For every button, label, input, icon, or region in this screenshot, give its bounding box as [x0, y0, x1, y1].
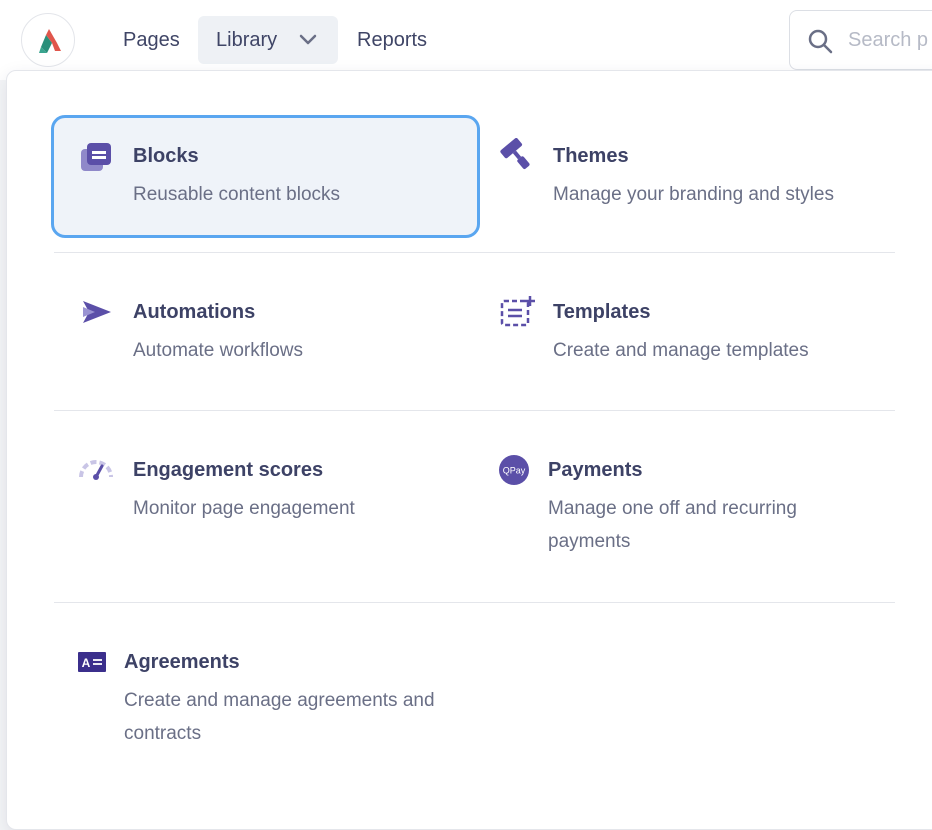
qpay-icon: QPay [499, 455, 529, 485]
nav-library-label: Library [216, 29, 278, 51]
menu-item-description: Monitor page engagement [133, 498, 355, 519]
menu-item-title: Blocks [133, 145, 199, 167]
menu-item-title: Payments [548, 459, 643, 481]
menu-item-description: Create and manage templates [553, 340, 809, 361]
menu-item-automations[interactable]: Automations Automate workflows [51, 271, 480, 394]
gauge-icon [79, 460, 113, 480]
menu-item-blocks[interactable]: Blocks Reusable content blocks [51, 115, 480, 238]
menu-item-title: Engagement scores [133, 459, 324, 481]
search-box[interactable] [789, 10, 932, 70]
paint-roller-icon [500, 138, 530, 170]
chevron-down-icon [299, 34, 317, 45]
qpay-icon-text: QPay [503, 466, 526, 476]
nav-library[interactable]: Library [198, 16, 338, 64]
menu-item-description: Reusable content blocks [133, 184, 341, 205]
menu-item-description: Automate workflows [133, 340, 304, 361]
menu-item-templates[interactable]: Templates Create and manage templates [495, 271, 915, 394]
menu-item-title: Templates [553, 301, 651, 323]
logo-icon [39, 29, 61, 53]
menu-item-description: Manage your branding and styles [553, 184, 834, 205]
svg-text:A: A [82, 656, 91, 670]
app-logo[interactable] [21, 13, 75, 67]
nav-reports-label: Reports [357, 29, 428, 51]
search-input[interactable] [848, 25, 932, 55]
top-navigation-bar: Pages Library Reports [0, 0, 932, 80]
menu-item-title: Themes [553, 145, 629, 167]
menu-item-payments[interactable]: QPay Payments Manage one off and recurri… [495, 429, 915, 579]
menu-item-engagement-scores[interactable]: Engagement scores Monitor page engagemen… [51, 429, 480, 552]
blocks-icon [81, 143, 111, 171]
divider [54, 602, 895, 603]
agreement-icon: A [78, 652, 106, 672]
template-icon [500, 296, 535, 327]
menu-item-agreements[interactable]: A Agreements Create and manage agreement… [51, 621, 480, 771]
automation-icon [83, 301, 111, 323]
search-icon [808, 29, 833, 54]
menu-item-description: Create and manage agreements and contrac… [124, 690, 435, 744]
nav-reports[interactable]: Reports [339, 16, 445, 64]
menu-item-title: Automations [133, 301, 256, 323]
menu-item-themes[interactable]: Themes Manage your branding and styles [495, 115, 915, 238]
divider [54, 410, 895, 411]
nav-pages-label: Pages [123, 29, 180, 51]
divider [54, 252, 895, 253]
nav-pages[interactable]: Pages [105, 16, 198, 64]
menu-item-description: Manage one off and recurring payments [548, 498, 797, 552]
library-dropdown-menu: Blocks Reusable content blocks Themes Ma… [6, 70, 932, 830]
menu-item-title: Agreements [124, 651, 240, 673]
